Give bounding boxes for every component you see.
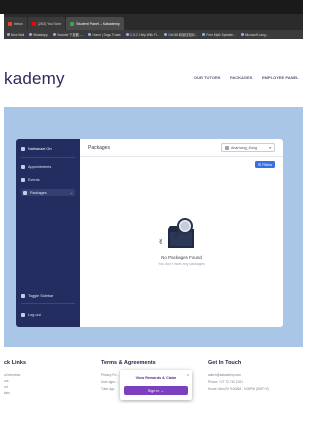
- sidebar-item-label: Packages: [30, 190, 47, 195]
- bookmark-icon: [7, 33, 10, 36]
- arrow-right-icon: →: [69, 190, 73, 195]
- sidebar-user[interactable]: Nathanael Orr: [21, 145, 75, 153]
- nav-packages[interactable]: PACKAGES: [230, 75, 252, 80]
- bookmark-icon: [125, 33, 129, 36]
- sidebar-item-packages[interactable]: Packages →: [21, 189, 75, 196]
- screenshot-frame: ⌄ Inbox (263) YouTube Student Panel – Ka…: [0, 0, 303, 423]
- top-dark-band: [0, 0, 303, 14]
- footer-hours: Hours: Mon-Fri 9:00AM - 5:00PM (GMT+2): [208, 387, 269, 391]
- bookmark-icon: [164, 33, 168, 36]
- user-name: Nathanael Orr: [28, 147, 52, 151]
- page-title: Packages: [88, 145, 110, 151]
- footer-phone: Phone: +27 72 742 2021: [208, 380, 244, 384]
- website-viewport: kademy OUR TUTORS PACKAGES EMPLOYEE PANE…: [4, 39, 303, 403]
- sidebar-item-label: Events: [28, 177, 40, 182]
- bottom-band: [0, 403, 303, 423]
- footer-link[interactable]: User agre...: [101, 380, 118, 384]
- user-icon: [21, 147, 25, 151]
- browser-tab-inbox[interactable]: Inbox: [4, 17, 27, 30]
- kakademy-icon: [70, 21, 75, 26]
- bookmark-icon: [88, 33, 92, 36]
- toggle-icon: [21, 293, 25, 298]
- bookmark-icon: [52, 33, 56, 36]
- footer-contact-title: Get In Touch: [208, 360, 242, 366]
- bookmark-item[interactable]: C.O.C Help With Fi...: [125, 33, 159, 37]
- footer-terms-title: Terms & Agreements: [101, 360, 156, 366]
- sign-in-button[interactable]: Sign in →: [124, 386, 188, 395]
- empty-state-subtitle: You don't have any packages: [158, 262, 205, 266]
- sidebar-item-label: Log out: [28, 312, 41, 317]
- sidebar-item-appointments[interactable]: Appointments: [21, 163, 75, 170]
- footer-email[interactable]: admin@kakademy.com: [208, 373, 241, 377]
- bookmark-icon: [202, 33, 206, 36]
- account-name: Anarhong_Kong: [231, 145, 257, 150]
- empty-folder-search-icon: [168, 218, 194, 248]
- packages-panel: Packages Anarhong_Kong ▾ ☰ Filters ✌ No …: [80, 139, 283, 327]
- filters-button[interactable]: ☰ Filters: [255, 161, 275, 168]
- bookmark-item[interactable]: Free Myth Speakin...: [202, 33, 236, 37]
- bookmark-item[interactable]: Get 88 和最佳相对...: [164, 32, 197, 37]
- bookmark-item[interactable]: Youtube 下载器 -...: [52, 32, 83, 37]
- footer-link[interactable]: kies: [4, 391, 10, 395]
- rewards-popup: × View Rewards & Claim Sign in →: [120, 370, 192, 400]
- package-icon: [23, 190, 27, 195]
- nav-our-tutors[interactable]: OUR TUTORS: [194, 75, 220, 80]
- tab-label: Inbox: [14, 21, 23, 26]
- browser-tab-bar: Inbox (263) YouTube Student Panel – Kaka…: [4, 14, 303, 30]
- star-icon: [21, 177, 25, 182]
- footer-link[interactable]: Privacy Po...: [101, 373, 119, 377]
- filters-label: Filters: [262, 162, 273, 167]
- dashboard-sidebar: Nathanael Orr Appointments Events Packag…: [16, 139, 80, 327]
- tab-label: (263) YouTube: [37, 21, 62, 26]
- footer-link[interactable]: ors: [4, 379, 8, 383]
- bookmarks-bar: New Mail WhatsApp Youtube 下载器 -... Home …: [4, 30, 303, 39]
- filter-icon: ☰: [257, 162, 262, 167]
- sidebar-item-label: Toggle Sidebar: [28, 293, 54, 298]
- sidebar-item-events[interactable]: Events: [21, 176, 75, 183]
- bookmark-item[interactable]: New Mail: [7, 33, 24, 37]
- panel-divider: [80, 156, 283, 157]
- chevron-down-icon: ▾: [269, 145, 271, 150]
- empty-state-title: No Packages Found: [161, 255, 202, 260]
- footer-link[interactable]: ort: [4, 385, 8, 389]
- account-select[interactable]: Anarhong_Kong ▾: [221, 143, 275, 152]
- nav-employee-panel[interactable]: EMPLOYEE PANEL: [262, 75, 299, 80]
- sidebar-divider: [21, 303, 75, 304]
- footer-link[interactable]: ut Interview: [4, 373, 20, 377]
- tab-label: Student Panel – Kakademy: [76, 21, 120, 26]
- gmail-icon: [8, 21, 12, 26]
- sidebar-item-label: Appointments: [28, 164, 52, 169]
- toggle-sidebar-button[interactable]: Toggle Sidebar: [21, 292, 75, 299]
- bookmark-item[interactable]: Microsoft Lang...: [240, 33, 268, 37]
- calendar-icon: [21, 164, 25, 169]
- sidebar-divider: [21, 157, 75, 158]
- browser-tab-youtube[interactable]: (263) YouTube: [27, 17, 66, 30]
- footer-quick-links-title: ck Links: [4, 360, 27, 366]
- mouse-cursor-icon: ✌: [158, 238, 164, 246]
- bookmark-icon: [29, 33, 33, 36]
- browser-tab-student-panel[interactable]: Student Panel – Kakademy: [66, 17, 124, 30]
- footer-link[interactable]: Tutor agr...: [101, 387, 116, 391]
- view-rewards-link[interactable]: View Rewards & Claim: [120, 376, 192, 380]
- logout-icon: [21, 312, 25, 317]
- bookmark-icon: [240, 33, 244, 36]
- bookmark-item[interactable]: WhatsApp: [29, 33, 48, 37]
- logout-button[interactable]: Log out: [21, 311, 75, 318]
- youtube-icon: [31, 21, 36, 26]
- bookmark-item[interactable]: Home | Dogs Trusts: [88, 33, 121, 37]
- site-logo[interactable]: kademy: [4, 69, 65, 89]
- avatar: [225, 145, 229, 150]
